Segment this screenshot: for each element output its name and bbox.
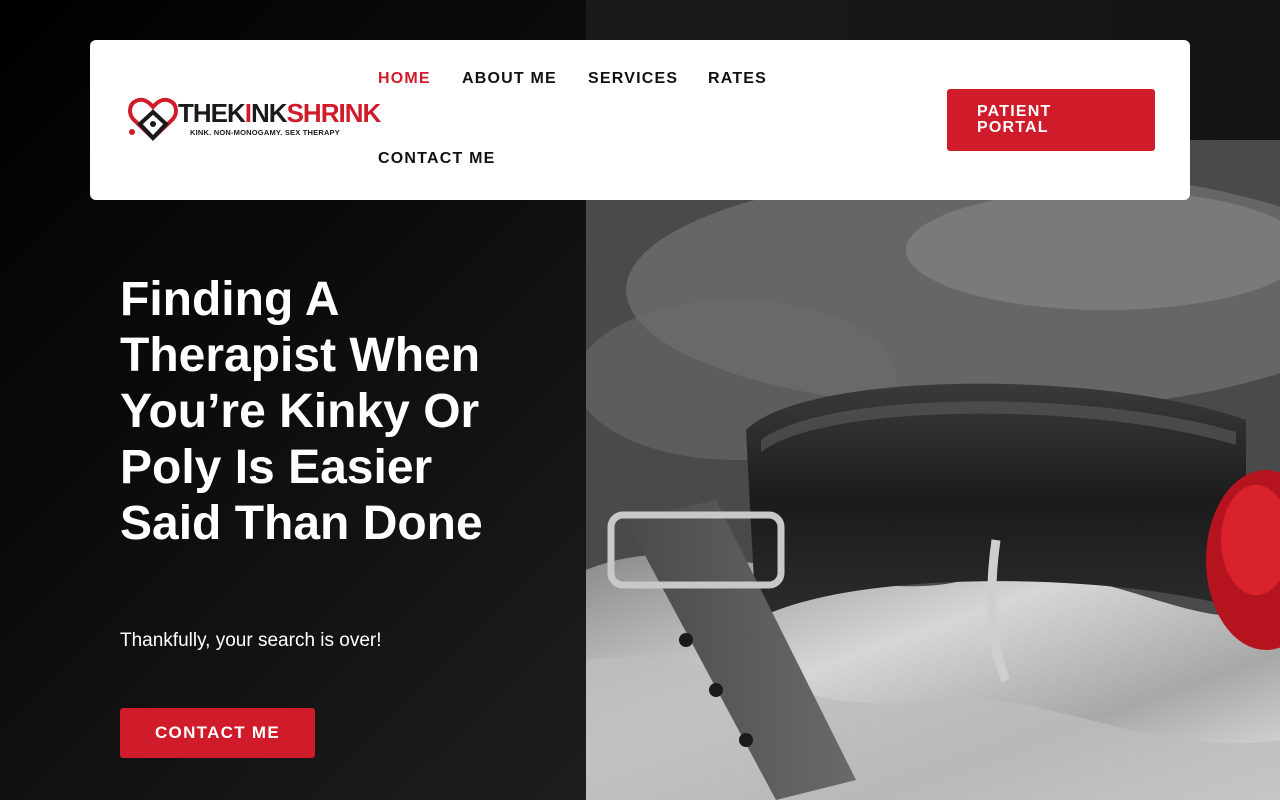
site-header: THEKINKSHRINK KINK. NON-MONOGAMY. SEX TH… — [90, 40, 1190, 200]
nav-services[interactable]: SERVICES — [588, 70, 678, 88]
nav-about-me[interactable]: ABOUT ME — [462, 70, 557, 88]
nav-home[interactable]: HOME — [378, 70, 431, 88]
collar-illustration — [586, 140, 1280, 800]
logo-tagline: KINK. NON-MONOGAMY. SEX THERAPY — [190, 128, 340, 137]
nav-contact-me[interactable]: CONTACT ME — [378, 150, 495, 168]
nav-rates[interactable]: RATES — [708, 70, 767, 88]
heart-lock-icon — [128, 97, 178, 141]
contact-me-button[interactable]: CONTACT ME — [120, 708, 315, 758]
hero-title: Finding A Therapist When You’re Kinky Or… — [120, 273, 483, 550]
patient-portal-button[interactable]: PATIENT PORTAL — [947, 89, 1155, 151]
hero-image — [586, 140, 1280, 800]
site-logo[interactable]: THEKINKSHRINK KINK. NON-MONOGAMY. SEX TH… — [126, 94, 381, 144]
logo-wordmark: THEKINKSHRINK — [178, 98, 381, 128]
hero-subtitle: Thankfully, your search is over! — [120, 630, 382, 651]
